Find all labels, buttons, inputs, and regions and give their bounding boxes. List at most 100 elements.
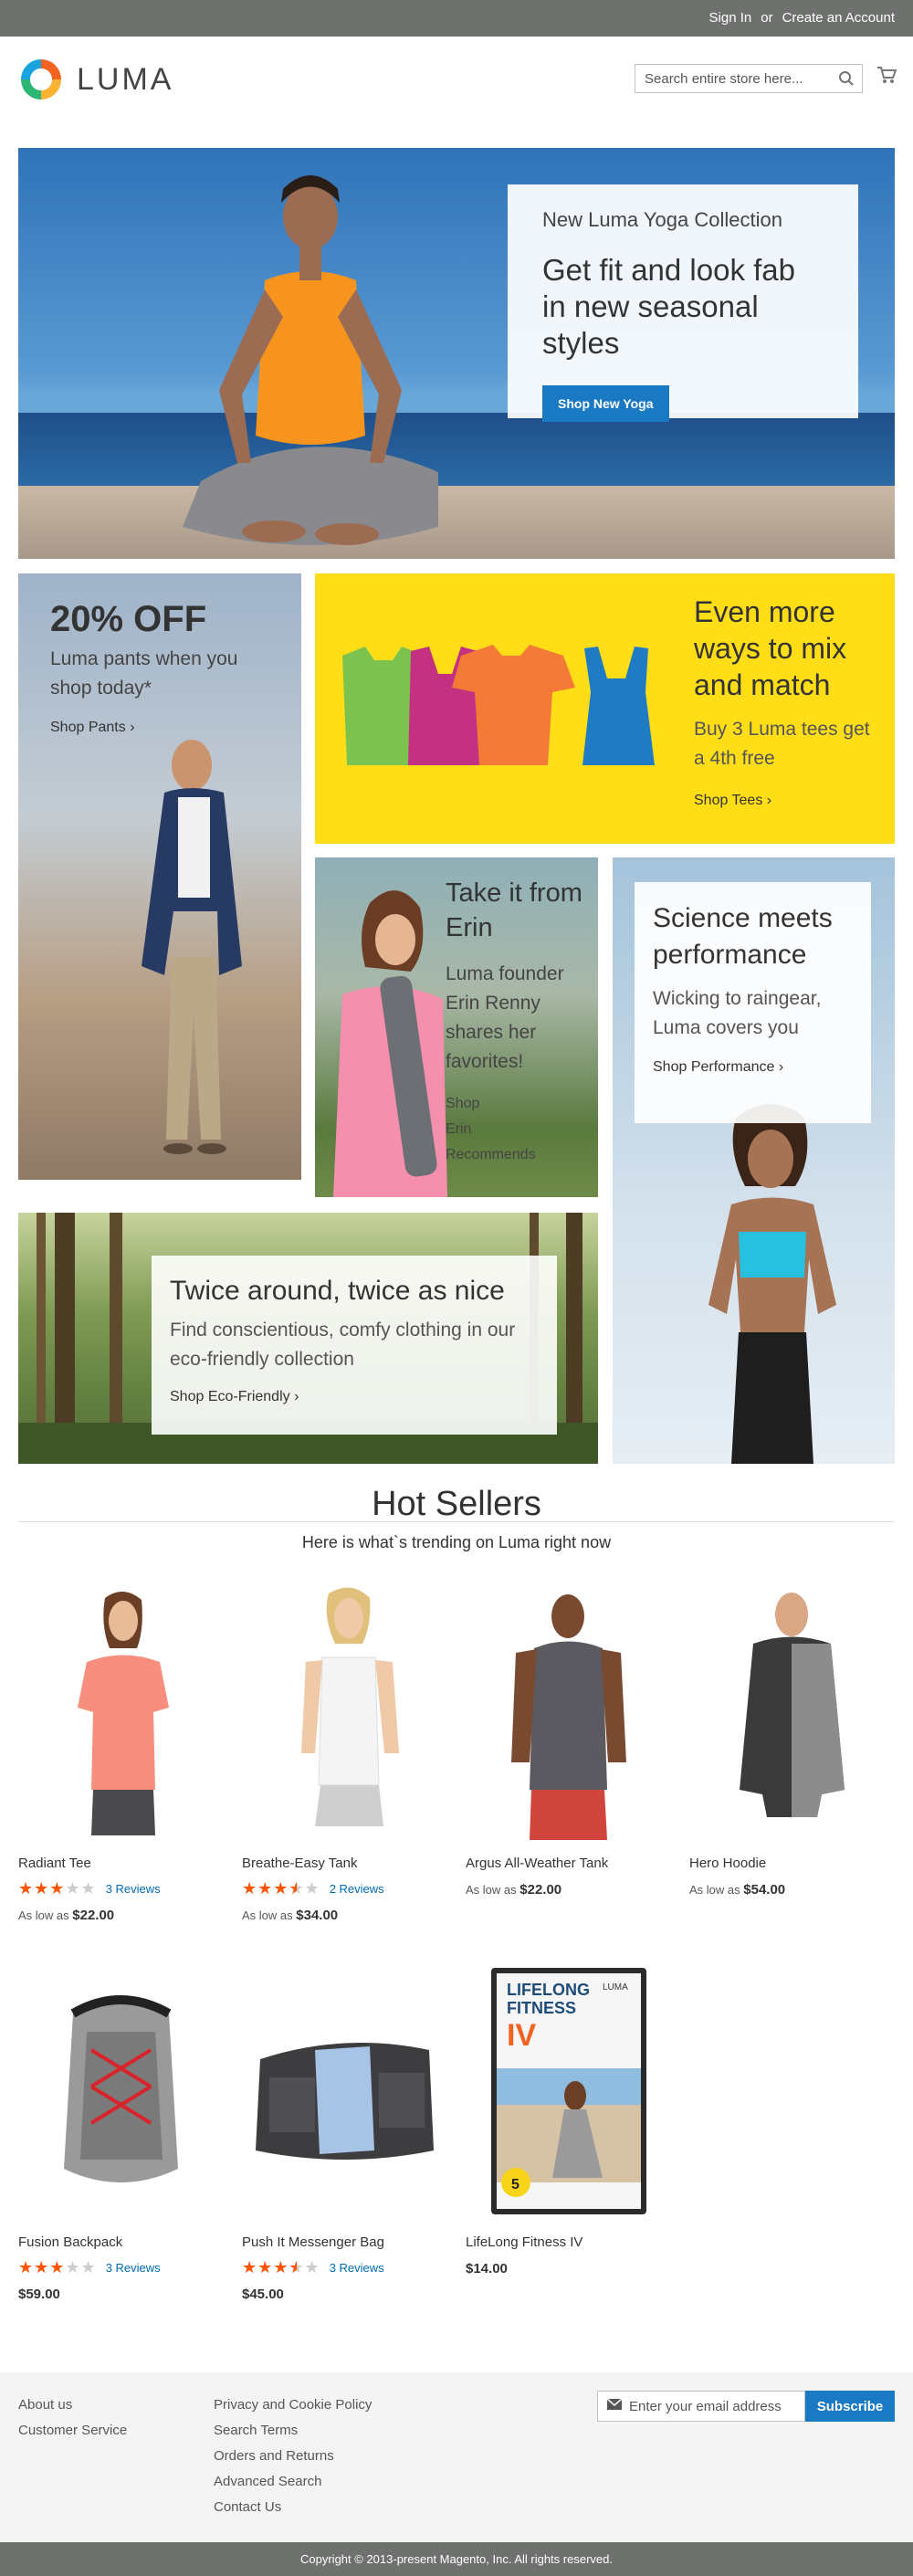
product-price: $45.00 (242, 2287, 284, 2302)
price-prefix: As low as (689, 1883, 740, 1897)
newsletter-email-input[interactable] (629, 2398, 793, 2414)
performance-model-image (708, 1104, 836, 1464)
product-price: $14.00 (466, 2261, 508, 2276)
price-prefix: As low as (466, 1883, 517, 1897)
tees-title: Even more ways to mix and match (694, 595, 847, 701)
product-name[interactable]: Fusion Backpack (18, 2234, 224, 2250)
hero-card: New Luma Yoga Collection Get fit and loo… (508, 184, 858, 422)
product-name[interactable]: Radiant Tee (18, 1856, 224, 1871)
product-price: $22.00 (519, 1882, 562, 1898)
logo-text: LUMA (77, 61, 174, 97)
subscribe-button[interactable]: Subscribe (805, 2391, 895, 2422)
product-card[interactable]: Breathe-Easy Tank ★★★★★★★★★★ 2 Reviews As l… (242, 1580, 447, 1923)
sign-in-link[interactable]: Sign In (709, 9, 752, 27)
product-name[interactable]: Push It Messenger Bag (242, 2234, 447, 2250)
dvd-brand: LUMA (603, 1982, 628, 1992)
shop-eco-friendly-label: Shop Eco-Friendly (170, 1389, 290, 1404)
chevron-right-icon: › (766, 793, 772, 808)
promo-pants[interactable]: 20% OFF Luma pants when you shop today* … (18, 573, 301, 1180)
price-line: $59.00 (18, 2287, 224, 2302)
hot-sellers-title: Hot Sellers (372, 1485, 541, 1523)
shop-eco-friendly-link[interactable]: Shop Eco-Friendly › (170, 1389, 539, 1405)
performance-subtitle: Wicking to raingear, Luma covers you (653, 988, 822, 1038)
product-rating: ★★★★★★★★★★ 3 Reviews (18, 1880, 224, 1897)
shop-tees-link[interactable]: Shop Tees › (694, 793, 771, 809)
chevron-right-icon: › (130, 720, 135, 735)
rating-stars-icon: ★★★★★★★★★★ (242, 1879, 320, 1898)
product-image[interactable] (242, 1959, 447, 2224)
product-card[interactable]: Hero Hoodie As low as $54.00 (689, 1580, 895, 1898)
tees-image (342, 645, 655, 765)
product-name[interactable]: Breathe-Easy Tank (242, 1856, 447, 1871)
product-card[interactable]: Push It Messenger Bag ★★★★★★★★★★ 3 Reviews… (242, 1959, 447, 2302)
rating-stars-icon: ★★★★★★★★★★ (18, 2258, 97, 2276)
price-line: $45.00 (242, 2287, 447, 2302)
footer-link[interactable]: Advanced Search (214, 2469, 372, 2495)
product-name[interactable]: Argus All-Weather Tank (466, 1856, 671, 1871)
footer-link[interactable]: Search Terms (214, 2418, 372, 2444)
shop-erin-label: Shop Erin Recommends (446, 1096, 536, 1162)
hero-yoga-figure (183, 175, 438, 545)
promo-tees[interactable]: Even more ways to mix and match Buy 3 Lu… (315, 573, 895, 844)
product-image[interactable] (18, 1580, 224, 1845)
reviews-link[interactable]: 3 Reviews (106, 1882, 161, 1896)
eco-card: Twice around, twice as nice Find conscie… (152, 1256, 557, 1435)
header-links: Sign In or Create an Account (709, 9, 895, 27)
product-card[interactable]: Argus All-Weather Tank As low as $22.00 (466, 1580, 671, 1898)
hot-sellers-divider (18, 1521, 895, 1522)
shop-tees-label: Shop Tees (694, 793, 763, 808)
hot-sellers-subtitle: Here is what`s trending on Luma right no… (301, 1533, 612, 1551)
product-price: $22.00 (72, 1908, 115, 1923)
promo-erin[interactable]: Take it from Erin Luma founder Erin Renn… (315, 857, 598, 1197)
reviews-link[interactable]: 2 Reviews (330, 1882, 384, 1896)
shop-performance-link[interactable]: Shop Performance › (653, 1059, 853, 1076)
cart-icon[interactable] (876, 66, 897, 89)
footer-links-column-2: Privacy and Cookie Policy Search Terms Ord… (214, 2392, 372, 2520)
product-card[interactable]: LIFELONG FITNESS IV LUMA 5 LifeLong Fitness I… (466, 1959, 671, 2276)
shop-erin-link[interactable]: Shop Erin Recommends (446, 1091, 536, 1168)
rating-stars-icon: ★★★★★★★★★★ (242, 2258, 320, 2276)
eco-title: Twice around, twice as nice (170, 1276, 505, 1306)
search-box (635, 64, 863, 93)
footer-link[interactable]: Contact Us (214, 2495, 372, 2520)
top-bar: Sign In or Create an Account (0, 0, 913, 37)
chevron-right-icon: › (294, 1389, 299, 1404)
pants-discount: 20% OFF (50, 599, 207, 639)
product-image[interactable] (242, 1580, 447, 1845)
product-image[interactable] (689, 1580, 895, 1845)
price-line: As low as $22.00 (466, 1882, 671, 1898)
hero-sand (18, 486, 895, 559)
erin-model-image (333, 890, 447, 1197)
or-text: or (761, 10, 773, 26)
product-card[interactable]: Fusion Backpack ★★★★★★★★★★ 3 Reviews $59.00 (18, 1959, 224, 2302)
product-name[interactable]: LifeLong Fitness IV (466, 2234, 671, 2250)
logo[interactable]: LUMA (18, 57, 173, 102)
shop-pants-link[interactable]: Shop Pants › (50, 720, 135, 736)
footer-link[interactable]: Orders and Returns (214, 2444, 372, 2469)
dvd-title-line3: IV (507, 2018, 536, 2053)
promo-eco-friendly[interactable]: Twice around, twice as nice Find conscie… (18, 1213, 598, 1464)
dvd-title-line2: FITNESS (507, 1999, 576, 2017)
rating-stars-icon: ★★★★★★★★★★ (18, 1879, 97, 1898)
performance-card: Science meets performance Wicking to rai… (635, 882, 871, 1123)
footer-link[interactable]: About us (18, 2392, 127, 2418)
footer-link[interactable]: Customer Service (18, 2418, 127, 2444)
hero-banner[interactable]: New Luma Yoga Collection Get fit and loo… (18, 148, 895, 559)
promo-performance[interactable]: Science meets performance Wicking to rai… (613, 857, 895, 1464)
reviews-link[interactable]: 3 Reviews (330, 2261, 384, 2275)
product-price: $34.00 (296, 1908, 339, 1923)
footer-links-column-1: About us Customer Service (18, 2392, 127, 2444)
product-image[interactable]: LIFELONG FITNESS IV LUMA 5 (466, 1959, 671, 2224)
product-name[interactable]: Hero Hoodie (689, 1856, 895, 1871)
reviews-link[interactable]: 3 Reviews (106, 2261, 161, 2275)
product-card[interactable]: Radiant Tee ★★★★★★★★★★ 3 Reviews As low as … (18, 1580, 224, 1923)
product-image[interactable] (18, 1959, 224, 2224)
create-account-link[interactable]: Create an Account (782, 9, 895, 27)
product-image[interactable] (466, 1580, 671, 1845)
footer-link[interactable]: Privacy and Cookie Policy (214, 2392, 372, 2418)
price-line: As low as $34.00 (242, 1908, 447, 1923)
product-price: $59.00 (18, 2287, 60, 2302)
search-input[interactable] (635, 66, 827, 91)
shop-new-yoga-button[interactable]: Shop New Yoga (542, 385, 669, 422)
search-icon[interactable] (838, 70, 855, 91)
